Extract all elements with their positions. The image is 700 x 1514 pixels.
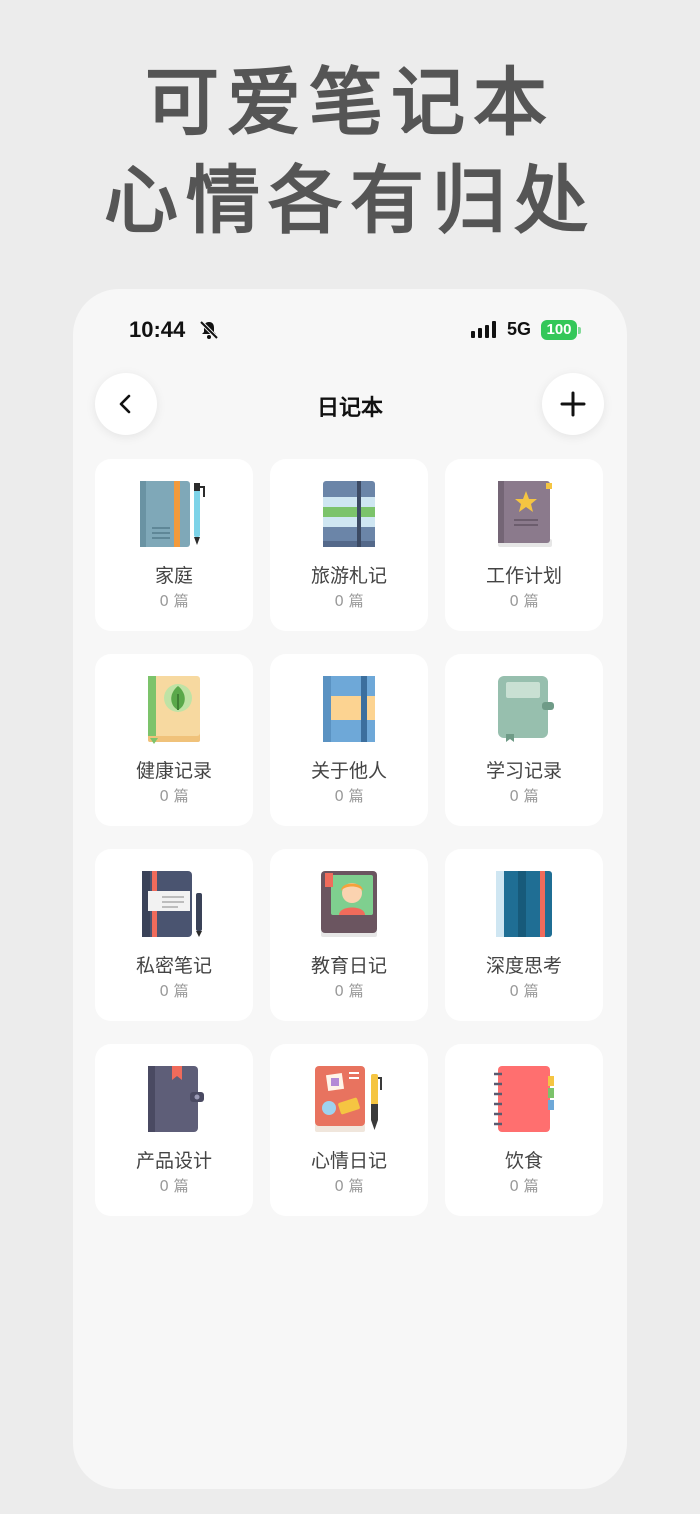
signal-icon — [471, 321, 496, 338]
notebook-count: 0 篇 — [334, 592, 364, 610]
notebook-name: 私密笔记 — [135, 955, 212, 977]
notebook-name: 产品设计 — [135, 1150, 212, 1172]
notebook-card[interactable]: 工作计划 0 篇 — [445, 459, 603, 631]
notebook-card[interactable]: 私密笔记 0 篇 — [95, 849, 253, 1021]
notebook-card[interactable]: 健康记录 0 篇 — [95, 654, 253, 826]
notebook-count: 0 篇 — [509, 592, 539, 610]
teal-notebook-with-pen-icon — [140, 481, 205, 547]
notebook-count: 0 篇 — [159, 592, 189, 610]
notebook-name: 旅游札记 — [310, 565, 387, 587]
blue-green-notebook-icon — [323, 481, 375, 547]
star-notebook-icon — [498, 481, 552, 547]
notebook-name: 关于他人 — [310, 760, 387, 782]
notebook-name: 家庭 — [154, 565, 193, 587]
notebook-count: 0 篇 — [509, 982, 539, 1000]
notebook-name: 教育日记 — [310, 955, 387, 977]
battery-icon: 100 — [541, 320, 577, 340]
striped-notebook-icon — [323, 676, 375, 742]
leaf-book-icon — [148, 676, 200, 744]
dark-notebook-with-pen-icon — [142, 871, 202, 937]
headline-line-1: 可爱笔记本 — [145, 60, 555, 146]
phone-screen: 10:44 5G 100 日记本 家庭 0 篇 旅游札记 0 篇 工作计划 0 … — [73, 289, 627, 1489]
notebook-name: 饮食 — [504, 1150, 543, 1172]
blue-striped-notebook-icon — [496, 871, 552, 937]
notebook-count: 0 篇 — [334, 982, 364, 1000]
bell-muted-icon — [199, 320, 219, 340]
notebook-name: 工作计划 — [485, 565, 562, 587]
notebook-card[interactable]: 关于他人 0 篇 — [270, 654, 428, 826]
notebook-name: 学习记录 — [485, 760, 562, 782]
notebook-card[interactable]: 深度思考 0 篇 — [445, 849, 603, 1021]
notebook-card[interactable]: 家庭 0 篇 — [95, 459, 253, 631]
notebook-name: 心情日记 — [310, 1150, 387, 1172]
notebook-card[interactable]: 心情日记 0 篇 — [270, 1044, 428, 1216]
planner-notebook-icon — [148, 1066, 204, 1132]
battery-tip — [578, 327, 581, 334]
add-notebook-button[interactable] — [542, 373, 604, 435]
notebook-card[interactable]: 教育日记 0 篇 — [270, 849, 428, 1021]
spiral-notebook-icon — [494, 1066, 554, 1132]
notebook-card[interactable]: 产品设计 0 篇 — [95, 1044, 253, 1216]
headline-line-2: 心情各有归处 — [104, 158, 596, 244]
portrait-book-icon — [321, 871, 377, 937]
notebook-card[interactable]: 学习记录 0 篇 — [445, 654, 603, 826]
notebook-card[interactable]: 饮食 0 篇 — [445, 1044, 603, 1216]
notebook-count: 0 篇 — [159, 1177, 189, 1195]
plus-icon — [560, 391, 586, 417]
notebook-count: 0 篇 — [159, 982, 189, 1000]
notebook-count: 0 篇 — [509, 787, 539, 805]
sticker-notebook-with-pen-icon — [315, 1066, 382, 1132]
sage-notebook-icon — [498, 676, 554, 742]
notebook-count: 0 篇 — [159, 787, 189, 805]
notebook-count: 0 篇 — [334, 1177, 364, 1195]
notebook-name: 健康记录 — [135, 760, 212, 782]
status-time: 10:44 — [129, 317, 186, 342]
notebook-count: 0 篇 — [509, 1177, 539, 1195]
notebook-count: 0 篇 — [334, 787, 364, 805]
notebook-name: 深度思考 — [485, 955, 562, 977]
network-label: 5G — [507, 319, 532, 339]
notebook-card[interactable]: 旅游札记 0 篇 — [270, 459, 428, 631]
